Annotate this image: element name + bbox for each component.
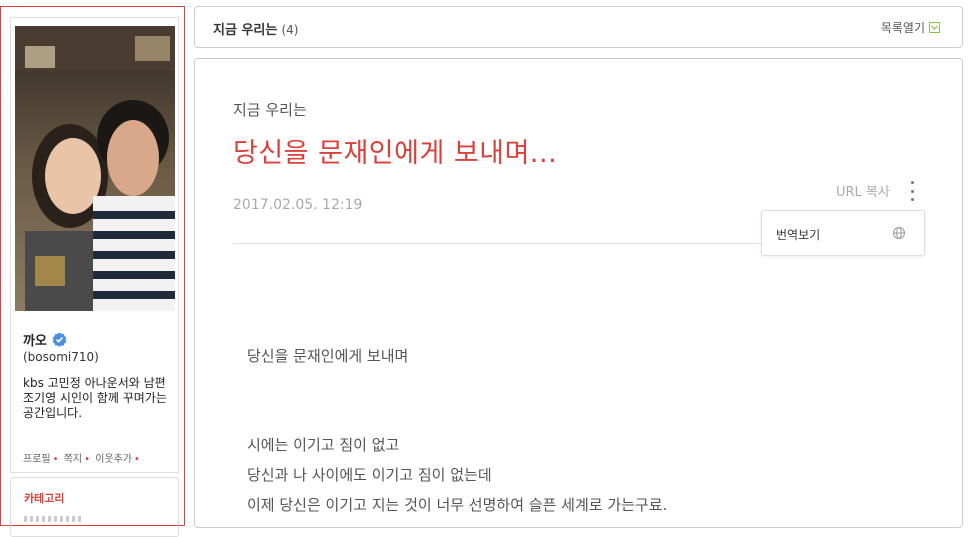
list-bar-title[interactable]: 지금 우리는 (4) <box>213 19 298 38</box>
profile-photo[interactable] <box>15 26 175 311</box>
profile-link[interactable]: 프로필 <box>23 454 51 465</box>
add-neighbor-link[interactable]: 이웃추가 <box>95 454 132 465</box>
sidebar: 까오 (bosomi710) kbs 고민정 아나운서와 남편 조기영 시인이 … <box>0 6 185 537</box>
list-open-label[interactable]: 목록열기 <box>881 19 925 36</box>
list-category-name[interactable]: 지금 우리는 <box>213 23 277 38</box>
post-category[interactable]: 지금 우리는 <box>233 99 307 120</box>
translate-popup: 번역보기 <box>761 210 925 256</box>
profile-card: 까오 (bosomi710) kbs 고민정 아나운서와 남편 조기영 시인이 … <box>10 17 179 473</box>
message-link[interactable]: 쪽지 <box>64 454 82 465</box>
post-body-line: 이제 당신은 이기고 지는 것이 너무 선명하여 슬픈 세계로 가는구료. <box>247 496 668 514</box>
list-count: (4) <box>281 23 299 37</box>
post-list-bar: 지금 우리는 (4) 목록열기 <box>194 6 963 48</box>
category-card: 카테고리 <box>10 477 179 537</box>
profile-links: 프로필 • 쪽지 • 이웃추가 • <box>23 454 140 465</box>
profile-name-text[interactable]: 까오 <box>23 330 47 349</box>
list-open-toggle[interactable]: 목록열기 <box>881 19 940 36</box>
post-body-line: 시에는 이기고 짐이 없고 <box>247 436 400 454</box>
post-date: 2017.02.05. 12:19 <box>233 197 363 213</box>
post-body-line: 당신을 문재인에게 보내며 <box>247 347 409 365</box>
url-copy-button[interactable]: URL 복사 <box>836 181 890 200</box>
more-options-icon[interactable] <box>907 181 917 201</box>
post-body-line: 당신과 나 사이에도 이기고 짐이 없는데 <box>247 466 492 484</box>
globe-icon[interactable] <box>892 226 906 240</box>
profile-name[interactable]: 까오 <box>23 330 67 349</box>
post-title: 당신을 문재인에게 보내며... <box>233 138 558 169</box>
category-title[interactable]: 카테고리 <box>24 490 64 506</box>
verified-badge-icon <box>52 332 67 347</box>
post-card: 지금 우리는 당신을 문재인에게 보내며... 2017.02.05. 12:1… <box>194 58 963 528</box>
profile-description: kbs 고민정 아나운서와 남편 조기영 시인이 함께 꾸며가는 공간입니다. <box>23 376 167 420</box>
chevron-down-icon[interactable] <box>929 22 940 33</box>
profile-id: (bosomi710) <box>23 350 99 364</box>
translate-button[interactable]: 번역보기 <box>776 226 820 243</box>
category-item-cut <box>24 516 84 522</box>
